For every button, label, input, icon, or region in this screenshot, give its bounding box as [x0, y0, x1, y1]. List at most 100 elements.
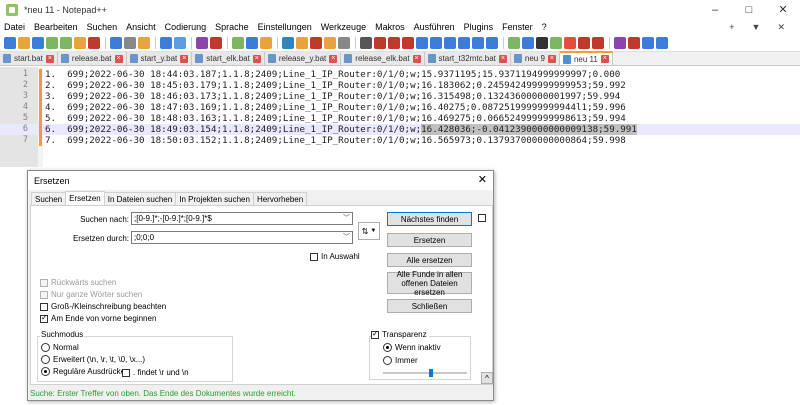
toolbar-icon[interactable] — [196, 36, 208, 49]
tab-ersetzen[interactable]: Ersetzen — [65, 191, 105, 205]
toolbar-icon[interactable] — [310, 36, 322, 49]
toolbar-icon[interactable] — [60, 36, 72, 49]
editor-line[interactable]: 6 6. 699;2022-06-30 18:49:03.154;1.1.8;24… — [0, 124, 800, 135]
menu-item[interactable]: Suchen — [87, 22, 118, 32]
document-tab[interactable]: start_elk.bat × — [192, 52, 265, 65]
editor-area[interactable]: 1 1. 699;2022-06-30 18:44:03.187;1.1.8;24… — [0, 67, 800, 167]
radio[interactable] — [41, 355, 50, 364]
toolbar-icon[interactable] — [160, 36, 172, 49]
toolbar-icon[interactable] — [458, 36, 470, 49]
toolbar-icon[interactable] — [522, 36, 534, 49]
close-tab-icon[interactable]: × — [412, 54, 421, 63]
document-tab[interactable]: start.bat × — [0, 52, 58, 65]
transparency-checkbox[interactable]: Transparenz — [371, 329, 429, 339]
mode-extended-radio[interactable]: Erweitert (\n, \r, \t, \0, \x...) — [41, 355, 145, 364]
transparency-slider[interactable] — [383, 372, 467, 374]
in-selection-checkbox[interactable]: In Auswahl — [310, 252, 360, 261]
radio[interactable] — [41, 343, 50, 352]
toolbar-icon[interactable] — [508, 36, 520, 49]
close-tab-icon[interactable]: × — [252, 54, 261, 63]
checkbox[interactable] — [122, 368, 130, 377]
tab-in-dateien-suchen[interactable]: In Dateien suchen — [103, 192, 177, 205]
transparency-always-radio[interactable]: Immer — [383, 356, 418, 365]
menu-item[interactable]: Sprache — [215, 22, 249, 32]
menu-item[interactable]: Ansicht — [126, 22, 156, 32]
toolbar-icon[interactable] — [592, 36, 604, 49]
checkbox[interactable] — [40, 313, 48, 323]
wrap-around-checkbox[interactable]: Am Ende von vorne beginnen — [40, 313, 156, 323]
collapse-button[interactable]: ^ — [481, 372, 493, 384]
find-next-button[interactable]: Nächstes finden — [387, 212, 472, 226]
menu-item[interactable]: Datei — [4, 22, 25, 32]
toolbar-icon[interactable] — [472, 36, 484, 49]
toolbar-icon[interactable] — [282, 36, 294, 49]
tab-in-projekten-suchen[interactable]: In Projekten suchen — [175, 192, 254, 205]
toolbar-icon[interactable] — [296, 36, 308, 49]
document-tab[interactable]: release_y.bat × — [264, 52, 342, 65]
radio[interactable] — [383, 356, 392, 365]
toolbar-icon[interactable] — [642, 36, 654, 49]
tab-hervorheben[interactable]: Hervorheben — [252, 192, 308, 205]
menu-item[interactable]: Werkzeuge — [321, 22, 366, 32]
whole-word-checkbox[interactable]: Nur ganze Wörter suchen — [40, 290, 142, 299]
close-tab-icon[interactable]: × — [600, 55, 609, 63]
replace-input[interactable]: ;0;0;0 ﹀ — [131, 231, 353, 244]
swap-button[interactable]: ⇅ ▼ — [358, 222, 380, 240]
close-tab-icon[interactable]: × — [329, 54, 338, 63]
backward-checkbox[interactable]: Rückwärts suchen — [40, 278, 116, 287]
menu-item[interactable]: Makros — [375, 22, 405, 32]
menu-item[interactable]: Fenster — [502, 22, 533, 32]
close-window-button[interactable]: ✕ — [766, 0, 800, 20]
toolbar-icon[interactable] — [110, 36, 122, 49]
toolbar-icon[interactable] — [4, 36, 16, 49]
radio[interactable] — [41, 367, 50, 376]
toolbar-icon[interactable] — [656, 36, 668, 49]
radio[interactable] — [383, 343, 392, 352]
toolbar-icon[interactable] — [628, 36, 640, 49]
dialog-close-icon[interactable]: ✕ — [478, 173, 487, 186]
close-button[interactable]: Schließen — [387, 299, 472, 313]
toolbar-icon[interactable] — [32, 36, 44, 49]
editor-line[interactable]: 2 2. 699;2022-06-30 18:45:03.179;1.1.8;24… — [0, 80, 800, 91]
document-tab[interactable]: start_y.bat × — [126, 52, 193, 65]
editor-line[interactable]: 1 1. 699;2022-06-30 18:44:03.187;1.1.8;24… — [0, 69, 800, 80]
toolbar-icon[interactable] — [210, 36, 222, 49]
replace-all-button[interactable]: Alle ersetzen — [387, 253, 472, 267]
menu-item[interactable]: ? — [542, 22, 547, 32]
toolbar-icon[interactable] — [536, 36, 548, 49]
menu-item[interactable]: Codierung — [165, 22, 207, 32]
checkbox[interactable] — [40, 290, 48, 299]
toolbar-icon[interactable] — [246, 36, 258, 49]
chevron-down-icon[interactable]: ﹀ — [343, 213, 350, 224]
mode-regex-radio[interactable]: Reguläre Ausdrücke — [41, 367, 125, 376]
checkbox[interactable] — [40, 278, 48, 287]
toolbar-icon[interactable] — [444, 36, 456, 49]
toolbar-icon[interactable] — [124, 36, 136, 49]
new-tab-icon[interactable]: + — [729, 20, 734, 34]
match-case-checkbox[interactable]: Groß-/Kleinschreibung beachten — [40, 302, 166, 311]
toolbar-icon[interactable] — [486, 36, 498, 49]
minimize-button[interactable]: – — [698, 0, 732, 20]
dot-newline-checkbox[interactable]: . findet \r und \n — [122, 368, 189, 377]
toolbar-icon[interactable] — [338, 36, 350, 49]
checkbox[interactable] — [371, 329, 379, 339]
close-doc-icon[interactable]: ✕ — [777, 20, 785, 34]
editor-line[interactable]: 4 4. 699;2022-06-30 18:47:03.169;1.1.8;24… — [0, 102, 800, 113]
toolbar-icon[interactable] — [88, 36, 100, 49]
checkbox[interactable] — [478, 214, 486, 222]
toolbar-icon[interactable] — [232, 36, 244, 49]
toolbar-icon[interactable] — [46, 36, 58, 49]
tab-suchen[interactable]: Suchen — [31, 192, 67, 205]
checkbox[interactable] — [40, 302, 48, 311]
close-tab-icon[interactable]: × — [114, 54, 123, 63]
menu-item[interactable]: Plugins — [464, 22, 494, 32]
document-tab[interactable]: release.bat × — [57, 52, 127, 65]
search-input[interactable]: ;[0-9.]*;-[0-9.]*;[0-9.]*$ ﹀ — [131, 212, 353, 225]
toolbar-icon[interactable] — [74, 36, 86, 49]
transparency-inactive-radio[interactable]: Wenn inaktiv — [383, 343, 441, 352]
toolbar-icon[interactable] — [324, 36, 336, 49]
menu-item[interactable]: Ausführen — [414, 22, 455, 32]
close-tab-icon[interactable]: × — [547, 54, 556, 63]
toolbar-icon[interactable] — [430, 36, 442, 49]
document-tab[interactable]: release_elk.bat × — [341, 52, 425, 65]
